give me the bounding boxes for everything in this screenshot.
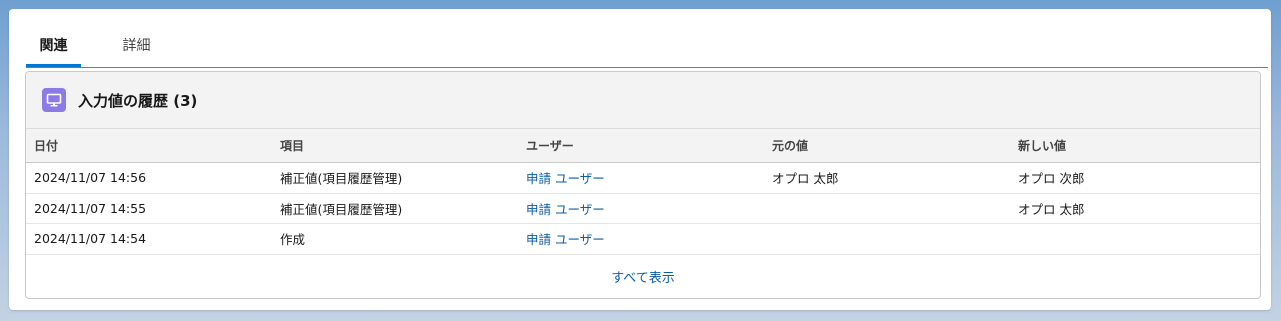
tab-bar: 関連 詳細 (26, 25, 1268, 68)
panel-footer: すべて表示 (26, 255, 1260, 298)
cell-new-value: オプロ 太郎 (1018, 201, 1085, 217)
table-row: 2024/11/07 14:55 補正値(項目履歴管理) 申請 ユーザー オプロ… (26, 194, 1260, 224)
tab-details[interactable]: 詳細 (109, 25, 164, 65)
cell-field: 作成 (280, 232, 306, 248)
cell-user-link[interactable]: 申請 ユーザー (518, 229, 764, 248)
header-old-value[interactable]: 元の値 (764, 137, 1010, 154)
header-date[interactable]: 日付 (26, 137, 272, 154)
table-row: 2024/11/07 14:54 作成 申請 ユーザー (26, 224, 1260, 255)
table-row: 2024/11/07 14:56 補正値(項目履歴管理) 申請 ユーザー オプロ… (26, 163, 1260, 194)
panel-header: 入力値の履歴 (3) (26, 72, 1260, 129)
cell-field: 補正値(項目履歴管理) (280, 201, 403, 217)
record-card: 関連 詳細 入力値の履歴 (3) 日付 項目 ユーザー 元の値 新しい値 202… (9, 9, 1271, 310)
cell-user-link[interactable]: 申請 ユーザー (518, 199, 764, 218)
cell-user-link[interactable]: 申請 ユーザー (518, 168, 764, 187)
tab-related[interactable]: 関連 (26, 25, 81, 67)
input-history-panel: 入力値の履歴 (3) 日付 項目 ユーザー 元の値 新しい値 2024/11/0… (25, 71, 1261, 299)
cell-date: 2024/11/07 14:56 (34, 170, 147, 186)
cell-old-value: オプロ 太郎 (772, 171, 839, 187)
view-all-link[interactable]: すべて表示 (611, 267, 675, 286)
panel-count: (3) (173, 91, 198, 110)
panel-title[interactable]: 入力値の履歴 (3) (78, 90, 197, 111)
header-user[interactable]: ユーザー (518, 137, 764, 154)
cell-field: 補正値(項目履歴管理) (280, 171, 403, 187)
cell-date: 2024/11/07 14:55 (34, 200, 147, 216)
cell-new-value: オプロ 次郎 (1018, 171, 1085, 187)
header-new-value[interactable]: 新しい値 (1010, 137, 1256, 154)
table-header: 日付 項目 ユーザー 元の値 新しい値 (26, 129, 1260, 163)
monitor-icon (42, 88, 66, 112)
header-field[interactable]: 項目 (272, 137, 518, 154)
panel-title-text[interactable]: 入力値の履歴 (78, 92, 168, 110)
cell-date: 2024/11/07 14:54 (34, 231, 147, 247)
